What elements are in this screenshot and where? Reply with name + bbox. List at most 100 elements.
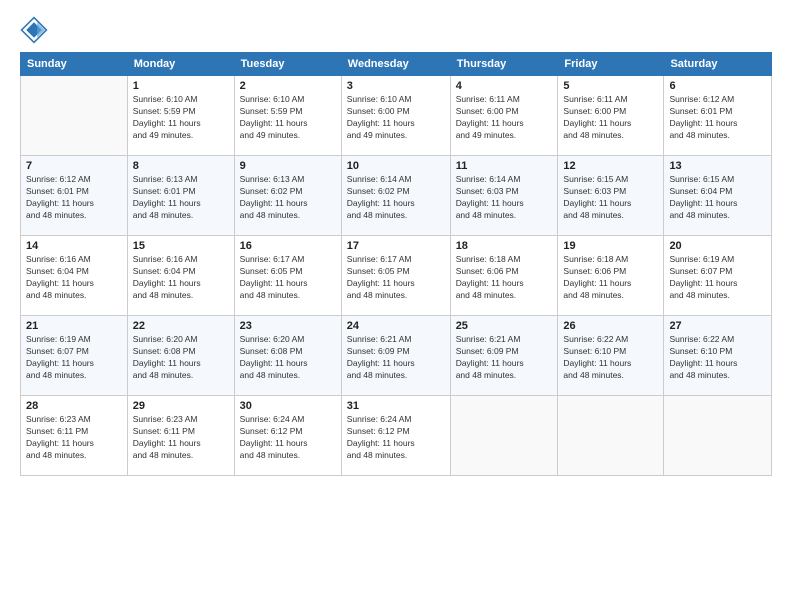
day-number: 30: [240, 400, 336, 412]
day-info: Sunrise: 6:23 AM Sunset: 6:11 PM Dayligh…: [26, 414, 122, 462]
day-info: Sunrise: 6:10 AM Sunset: 5:59 PM Dayligh…: [133, 94, 229, 142]
calendar-week-row: 14 Sunrise: 6:16 AM Sunset: 6:04 PM Dayli…: [21, 236, 772, 316]
calendar-header: SundayMondayTuesdayWednesdayThursdayFrid…: [21, 53, 772, 76]
day-number: 11: [456, 160, 553, 172]
day-info: Sunrise: 6:15 AM Sunset: 6:04 PM Dayligh…: [669, 174, 766, 222]
day-number: 12: [563, 160, 658, 172]
day-info: Sunrise: 6:20 AM Sunset: 6:08 PM Dayligh…: [133, 334, 229, 382]
day-info: Sunrise: 6:16 AM Sunset: 6:04 PM Dayligh…: [133, 254, 229, 302]
day-info: Sunrise: 6:24 AM Sunset: 6:12 PM Dayligh…: [347, 414, 445, 462]
day-info: Sunrise: 6:22 AM Sunset: 6:10 PM Dayligh…: [669, 334, 766, 382]
day-info: Sunrise: 6:19 AM Sunset: 6:07 PM Dayligh…: [669, 254, 766, 302]
day-info: Sunrise: 6:15 AM Sunset: 6:03 PM Dayligh…: [563, 174, 658, 222]
calendar-cell: 14 Sunrise: 6:16 AM Sunset: 6:04 PM Dayli…: [21, 236, 128, 316]
day-number: 16: [240, 240, 336, 252]
day-number: 22: [133, 320, 229, 332]
day-number: 8: [133, 160, 229, 172]
day-number: 29: [133, 400, 229, 412]
day-info: Sunrise: 6:12 AM Sunset: 6:01 PM Dayligh…: [26, 174, 122, 222]
calendar-cell: 26 Sunrise: 6:22 AM Sunset: 6:10 PM Dayli…: [558, 316, 664, 396]
header-row: SundayMondayTuesdayWednesdayThursdayFrid…: [21, 53, 772, 76]
day-number: 14: [26, 240, 122, 252]
day-info: Sunrise: 6:23 AM Sunset: 6:11 PM Dayligh…: [133, 414, 229, 462]
day-number: 4: [456, 80, 553, 92]
day-info: Sunrise: 6:21 AM Sunset: 6:09 PM Dayligh…: [456, 334, 553, 382]
calendar-cell: 13 Sunrise: 6:15 AM Sunset: 6:04 PM Dayli…: [664, 156, 772, 236]
day-number: 24: [347, 320, 445, 332]
header-day: Sunday: [21, 53, 128, 76]
calendar-cell: [664, 396, 772, 476]
day-info: Sunrise: 6:18 AM Sunset: 6:06 PM Dayligh…: [563, 254, 658, 302]
calendar-cell: 30Sunrise: 6:24 AM Sunset: 6:12 PM Dayli…: [234, 396, 341, 476]
page: SundayMondayTuesdayWednesdayThursdayFrid…: [0, 0, 792, 612]
day-number: 25: [456, 320, 553, 332]
calendar-cell: 18 Sunrise: 6:18 AM Sunset: 6:06 PM Dayli…: [450, 236, 558, 316]
day-number: 23: [240, 320, 336, 332]
day-number: 20: [669, 240, 766, 252]
calendar-cell: 10Sunrise: 6:14 AM Sunset: 6:02 PM Dayli…: [341, 156, 450, 236]
calendar-cell: 24 Sunrise: 6:21 AM Sunset: 6:09 PM Dayli…: [341, 316, 450, 396]
day-info: Sunrise: 6:16 AM Sunset: 6:04 PM Dayligh…: [26, 254, 122, 302]
calendar-cell: 12 Sunrise: 6:15 AM Sunset: 6:03 PM Dayli…: [558, 156, 664, 236]
day-number: 7: [26, 160, 122, 172]
day-number: 1: [133, 80, 229, 92]
day-info: Sunrise: 6:17 AM Sunset: 6:05 PM Dayligh…: [347, 254, 445, 302]
calendar-cell: [450, 396, 558, 476]
calendar-cell: 8 Sunrise: 6:13 AM Sunset: 6:01 PM Daylig…: [127, 156, 234, 236]
calendar-cell: 23Sunrise: 6:20 AM Sunset: 6:08 PM Dayli…: [234, 316, 341, 396]
day-info: Sunrise: 6:10 AM Sunset: 5:59 PM Dayligh…: [240, 94, 336, 142]
day-number: 5: [563, 80, 658, 92]
calendar-cell: 22 Sunrise: 6:20 AM Sunset: 6:08 PM Dayli…: [127, 316, 234, 396]
calendar-week-row: 1 Sunrise: 6:10 AM Sunset: 5:59 PM Daylig…: [21, 76, 772, 156]
header: [20, 16, 772, 44]
calendar-cell: 28 Sunrise: 6:23 AM Sunset: 6:11 PM Dayli…: [21, 396, 128, 476]
day-number: 3: [347, 80, 445, 92]
day-info: Sunrise: 6:14 AM Sunset: 6:02 PM Dayligh…: [347, 174, 445, 222]
day-number: 15: [133, 240, 229, 252]
day-info: Sunrise: 6:18 AM Sunset: 6:06 PM Dayligh…: [456, 254, 553, 302]
calendar-week-row: 21Sunrise: 6:19 AM Sunset: 6:07 PM Dayli…: [21, 316, 772, 396]
calendar-cell: 4 Sunrise: 6:11 AM Sunset: 6:00 PM Daylig…: [450, 76, 558, 156]
calendar-cell: 7 Sunrise: 6:12 AM Sunset: 6:01 PM Daylig…: [21, 156, 128, 236]
day-number: 18: [456, 240, 553, 252]
calendar-body: 1 Sunrise: 6:10 AM Sunset: 5:59 PM Daylig…: [21, 76, 772, 476]
calendar-cell: 5 Sunrise: 6:11 AM Sunset: 6:00 PM Daylig…: [558, 76, 664, 156]
day-info: Sunrise: 6:12 AM Sunset: 6:01 PM Dayligh…: [669, 94, 766, 142]
day-number: 31: [347, 400, 445, 412]
day-info: Sunrise: 6:11 AM Sunset: 6:00 PM Dayligh…: [563, 94, 658, 142]
day-number: 19: [563, 240, 658, 252]
day-number: 27: [669, 320, 766, 332]
day-number: 26: [563, 320, 658, 332]
day-info: Sunrise: 6:21 AM Sunset: 6:09 PM Dayligh…: [347, 334, 445, 382]
header-day: Saturday: [664, 53, 772, 76]
header-day: Friday: [558, 53, 664, 76]
calendar-cell: 15 Sunrise: 6:16 AM Sunset: 6:04 PM Dayli…: [127, 236, 234, 316]
calendar-cell: 19 Sunrise: 6:18 AM Sunset: 6:06 PM Dayli…: [558, 236, 664, 316]
calendar-cell: 31 Sunrise: 6:24 AM Sunset: 6:12 PM Dayli…: [341, 396, 450, 476]
calendar-cell: 29 Sunrise: 6:23 AM Sunset: 6:11 PM Dayli…: [127, 396, 234, 476]
calendar-cell: 21Sunrise: 6:19 AM Sunset: 6:07 PM Dayli…: [21, 316, 128, 396]
day-number: 28: [26, 400, 122, 412]
day-info: Sunrise: 6:13 AM Sunset: 6:02 PM Dayligh…: [240, 174, 336, 222]
day-info: Sunrise: 6:10 AM Sunset: 6:00 PM Dayligh…: [347, 94, 445, 142]
header-day: Monday: [127, 53, 234, 76]
calendar-cell: 3 Sunrise: 6:10 AM Sunset: 6:00 PM Daylig…: [341, 76, 450, 156]
day-info: Sunrise: 6:22 AM Sunset: 6:10 PM Dayligh…: [563, 334, 658, 382]
day-info: Sunrise: 6:11 AM Sunset: 6:00 PM Dayligh…: [456, 94, 553, 142]
calendar-cell: 11 Sunrise: 6:14 AM Sunset: 6:03 PM Dayli…: [450, 156, 558, 236]
day-number: 9: [240, 160, 336, 172]
header-day: Tuesday: [234, 53, 341, 76]
calendar-cell: [558, 396, 664, 476]
day-number: 2: [240, 80, 336, 92]
calendar-week-row: 28 Sunrise: 6:23 AM Sunset: 6:11 PM Dayli…: [21, 396, 772, 476]
day-info: Sunrise: 6:13 AM Sunset: 6:01 PM Dayligh…: [133, 174, 229, 222]
calendar-cell: 16 Sunrise: 6:17 AM Sunset: 6:05 PM Dayli…: [234, 236, 341, 316]
calendar-cell: 20 Sunrise: 6:19 AM Sunset: 6:07 PM Dayli…: [664, 236, 772, 316]
day-number: 21: [26, 320, 122, 332]
calendar-cell: 9 Sunrise: 6:13 AM Sunset: 6:02 PM Daylig…: [234, 156, 341, 236]
day-number: 13: [669, 160, 766, 172]
day-info: Sunrise: 6:14 AM Sunset: 6:03 PM Dayligh…: [456, 174, 553, 222]
calendar-cell: 1 Sunrise: 6:10 AM Sunset: 5:59 PM Daylig…: [127, 76, 234, 156]
calendar-cell: [21, 76, 128, 156]
day-info: Sunrise: 6:17 AM Sunset: 6:05 PM Dayligh…: [240, 254, 336, 302]
